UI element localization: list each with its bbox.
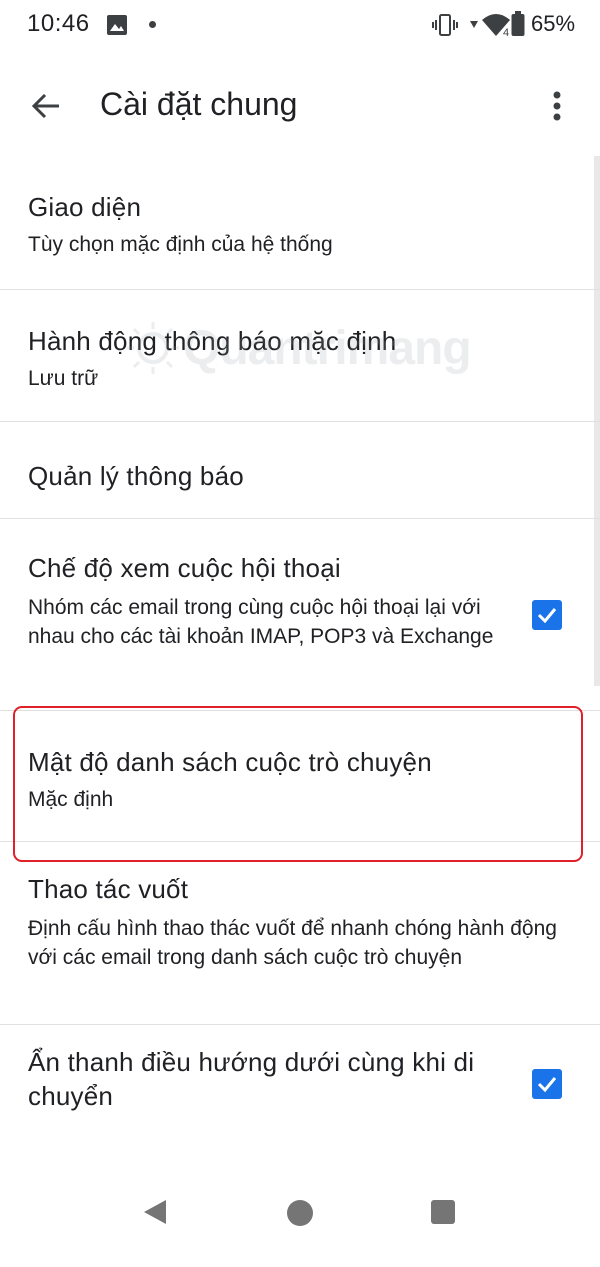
setting-title: Mật độ danh sách cuộc trò chuyện [28, 747, 432, 777]
setting-default-notification-action[interactable]: Hành động thông báo mặc định Lưu trữ [0, 290, 600, 422]
app-bar: Cài đặt chung [0, 56, 600, 156]
notification-dot-icon [149, 21, 156, 28]
nav-recents-icon[interactable] [431, 1200, 455, 1224]
setting-summary: Nhóm các email trong cùng cuộc hội thoại… [28, 596, 494, 648]
status-time: 10:46 [27, 10, 90, 37]
more-vert-icon [553, 91, 561, 121]
wifi-signal-icon: 4 [482, 14, 510, 38]
page-title: Cài đặt chung [100, 86, 298, 122]
setting-appearance[interactable]: Giao diện Tùy chọn mặc định của hệ thống [0, 156, 600, 290]
setting-title: Thao tác vuốt [28, 874, 189, 904]
svg-text:4: 4 [503, 27, 509, 38]
nav-home-icon[interactable] [287, 1200, 313, 1226]
back-button[interactable] [16, 76, 76, 136]
setting-manage-notifications[interactable]: Quản lý thông báo [0, 422, 600, 519]
setting-title: Hành động thông báo mặc định [28, 326, 397, 356]
setting-conversation-list-density[interactable]: Mật độ danh sách cuộc trò chuyện Mặc địn… [0, 711, 600, 842]
status-bar: 10:46 4 65% [0, 0, 600, 52]
setting-hide-bottom-nav[interactable]: Ẩn thanh điều hướng dưới cùng khi di chu… [0, 1024, 600, 1161]
arrow-back-icon [31, 93, 59, 119]
check-icon [537, 1077, 557, 1093]
setting-conversation-view[interactable]: Chế độ xem cuộc hội thoại Nhóm các email… [0, 519, 600, 711]
setting-summary: Định cấu hình thao thác vuốt để nhanh ch… [28, 917, 557, 969]
setting-swipe-actions[interactable]: Thao tác vuốt Định cấu hình thao thác vu… [0, 842, 600, 1024]
setting-title: Giao diện [28, 192, 142, 222]
nav-back-icon[interactable] [140, 1197, 170, 1227]
battery-icon [511, 11, 525, 36]
settings-screen: 10:46 4 65% Cài đặt chung Giao diện Tùy … [0, 0, 600, 1267]
setting-summary: Lưu trữ [28, 367, 99, 390]
setting-title: Quản lý thông báo [28, 461, 244, 491]
conversation-view-checkbox[interactable] [532, 600, 562, 630]
hide-bottom-nav-checkbox[interactable] [532, 1069, 562, 1099]
setting-title: Ẩn thanh điều hướng dưới cùng khi di chu… [28, 1047, 475, 1111]
settings-list: Giao diện Tùy chọn mặc định của hệ thống… [0, 156, 600, 1161]
data-arrow-icon [470, 21, 478, 28]
setting-summary: Mặc định [28, 788, 114, 811]
check-icon [537, 608, 557, 624]
image-notification-icon [107, 15, 127, 35]
vibrate-icon [432, 14, 458, 36]
system-navigation-bar [0, 1157, 600, 1267]
battery-percentage: 65% [531, 11, 576, 36]
setting-summary: Tùy chọn mặc định của hệ thống [28, 233, 333, 256]
setting-title: Chế độ xem cuộc hội thoại [28, 553, 341, 583]
overflow-menu-button[interactable] [530, 76, 584, 136]
